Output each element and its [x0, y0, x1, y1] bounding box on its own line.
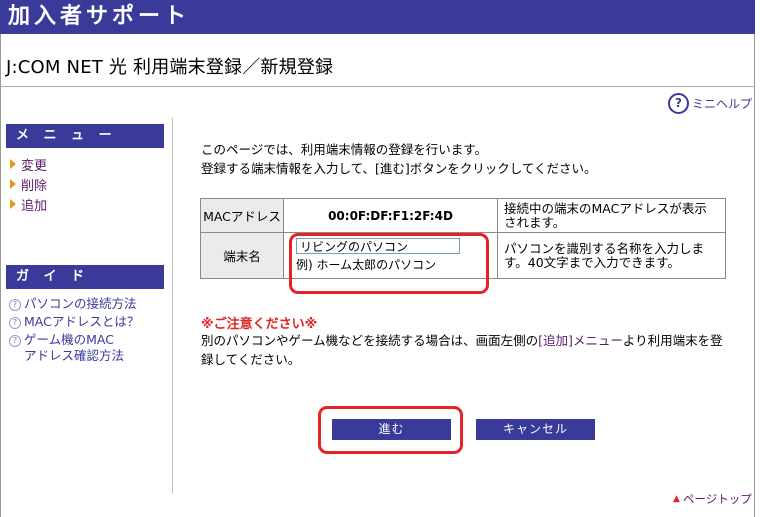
guide-item-label: ゲーム機のMAC アドレス確認方法 [24, 332, 125, 363]
guide-list: ? パソコンの接続方法 ? MACアドレスとは？ ? ゲーム機のMAC アドレス… [9, 296, 139, 366]
arrow-right-icon [10, 159, 16, 169]
menu-item-label: 変更 [21, 158, 48, 174]
guide-item-pc-connection[interactable]: ? パソコンの接続方法 [9, 296, 139, 312]
mini-help-label: ミニヘルプ [691, 97, 752, 111]
mac-value-cell: 00:0F:DF:F1:2F:4D [283, 198, 498, 233]
page-top-icon: ▲ [673, 494, 680, 504]
help-icon: ? [667, 93, 689, 114]
menu-item-label: 削除 [21, 178, 48, 194]
caution-text: 別のパソコンやゲーム機などを接続する場合は、画面左側の[追加]メニューより利用端… [201, 333, 723, 367]
frame-right-border [754, 34, 755, 517]
guide-item-label: パソコンの接続方法 [24, 296, 137, 311]
menu-heading: メ ニ ュ ー [6, 124, 164, 148]
guide-heading: ガ イ ド [6, 265, 164, 289]
question-icon: ? [9, 299, 21, 311]
guide-item-label: MACアドレスとは？ [24, 314, 140, 329]
intro-line: このページでは、利用端末情報の登録を行います。 [201, 142, 488, 157]
input-highlight-box [289, 233, 489, 294]
question-icon: ? [9, 317, 21, 329]
page-top-link[interactable]: ▲ ページトップ [673, 491, 752, 507]
menu-item-change[interactable]: 変更 [10, 154, 47, 174]
header-banner: 加入者サポート [0, 0, 755, 34]
title-divider [0, 86, 755, 87]
caution-title: ※ご注意ください※ [201, 317, 318, 332]
frame-left-border [0, 34, 1, 517]
menu-item-label: 追加 [21, 198, 48, 214]
device-name-description: パソコンを識別する名称を入力します。40文字まで入力できます。 [497, 232, 726, 279]
device-name-label: 端末名 [200, 232, 284, 279]
mac-value: 00:0F:DF:F1:2F:4D [328, 209, 453, 223]
intro-line: 登録する端末情報を入力して、[進む]ボタンをクリックしてください。 [201, 161, 597, 176]
guide-item-game-mac[interactable]: ? ゲーム機のMAC アドレス確認方法 [9, 332, 139, 364]
menu-item-add[interactable]: 追加 [10, 194, 47, 214]
page-top-label: ページトップ [682, 492, 752, 506]
guide-item-what-is-mac[interactable]: ? MACアドレスとは？ [9, 314, 139, 330]
arrow-right-icon [10, 199, 16, 209]
intro-text: このページでは、利用端末情報の登録を行います。 登録する端末情報を入力して、[進… [201, 140, 597, 178]
cancel-button[interactable]: キャンセル [476, 419, 595, 440]
question-icon: ? [9, 335, 21, 347]
menu-item-delete[interactable]: 削除 [10, 174, 47, 194]
page-title: J:COM NET 光 利用端末登録／新規登録 [6, 57, 334, 78]
mac-row: MACアドレス 00:0F:DF:F1:2F:4D 接続中の端末のMACアドレス… [200, 198, 726, 233]
content-divider [172, 118, 173, 493]
mac-description: 接続中の端末のMACアドレスが表示されます。 [497, 198, 726, 233]
mac-label: MACアドレス [200, 198, 284, 233]
add-menu-link[interactable]: [追加]メニュー [538, 333, 623, 348]
arrow-right-icon [10, 179, 16, 189]
menu-list: 変更 削除 追加 [10, 154, 47, 214]
submit-button[interactable]: 進む [332, 419, 451, 440]
mini-help-link[interactable]: ? ミニヘルプ [667, 93, 752, 114]
